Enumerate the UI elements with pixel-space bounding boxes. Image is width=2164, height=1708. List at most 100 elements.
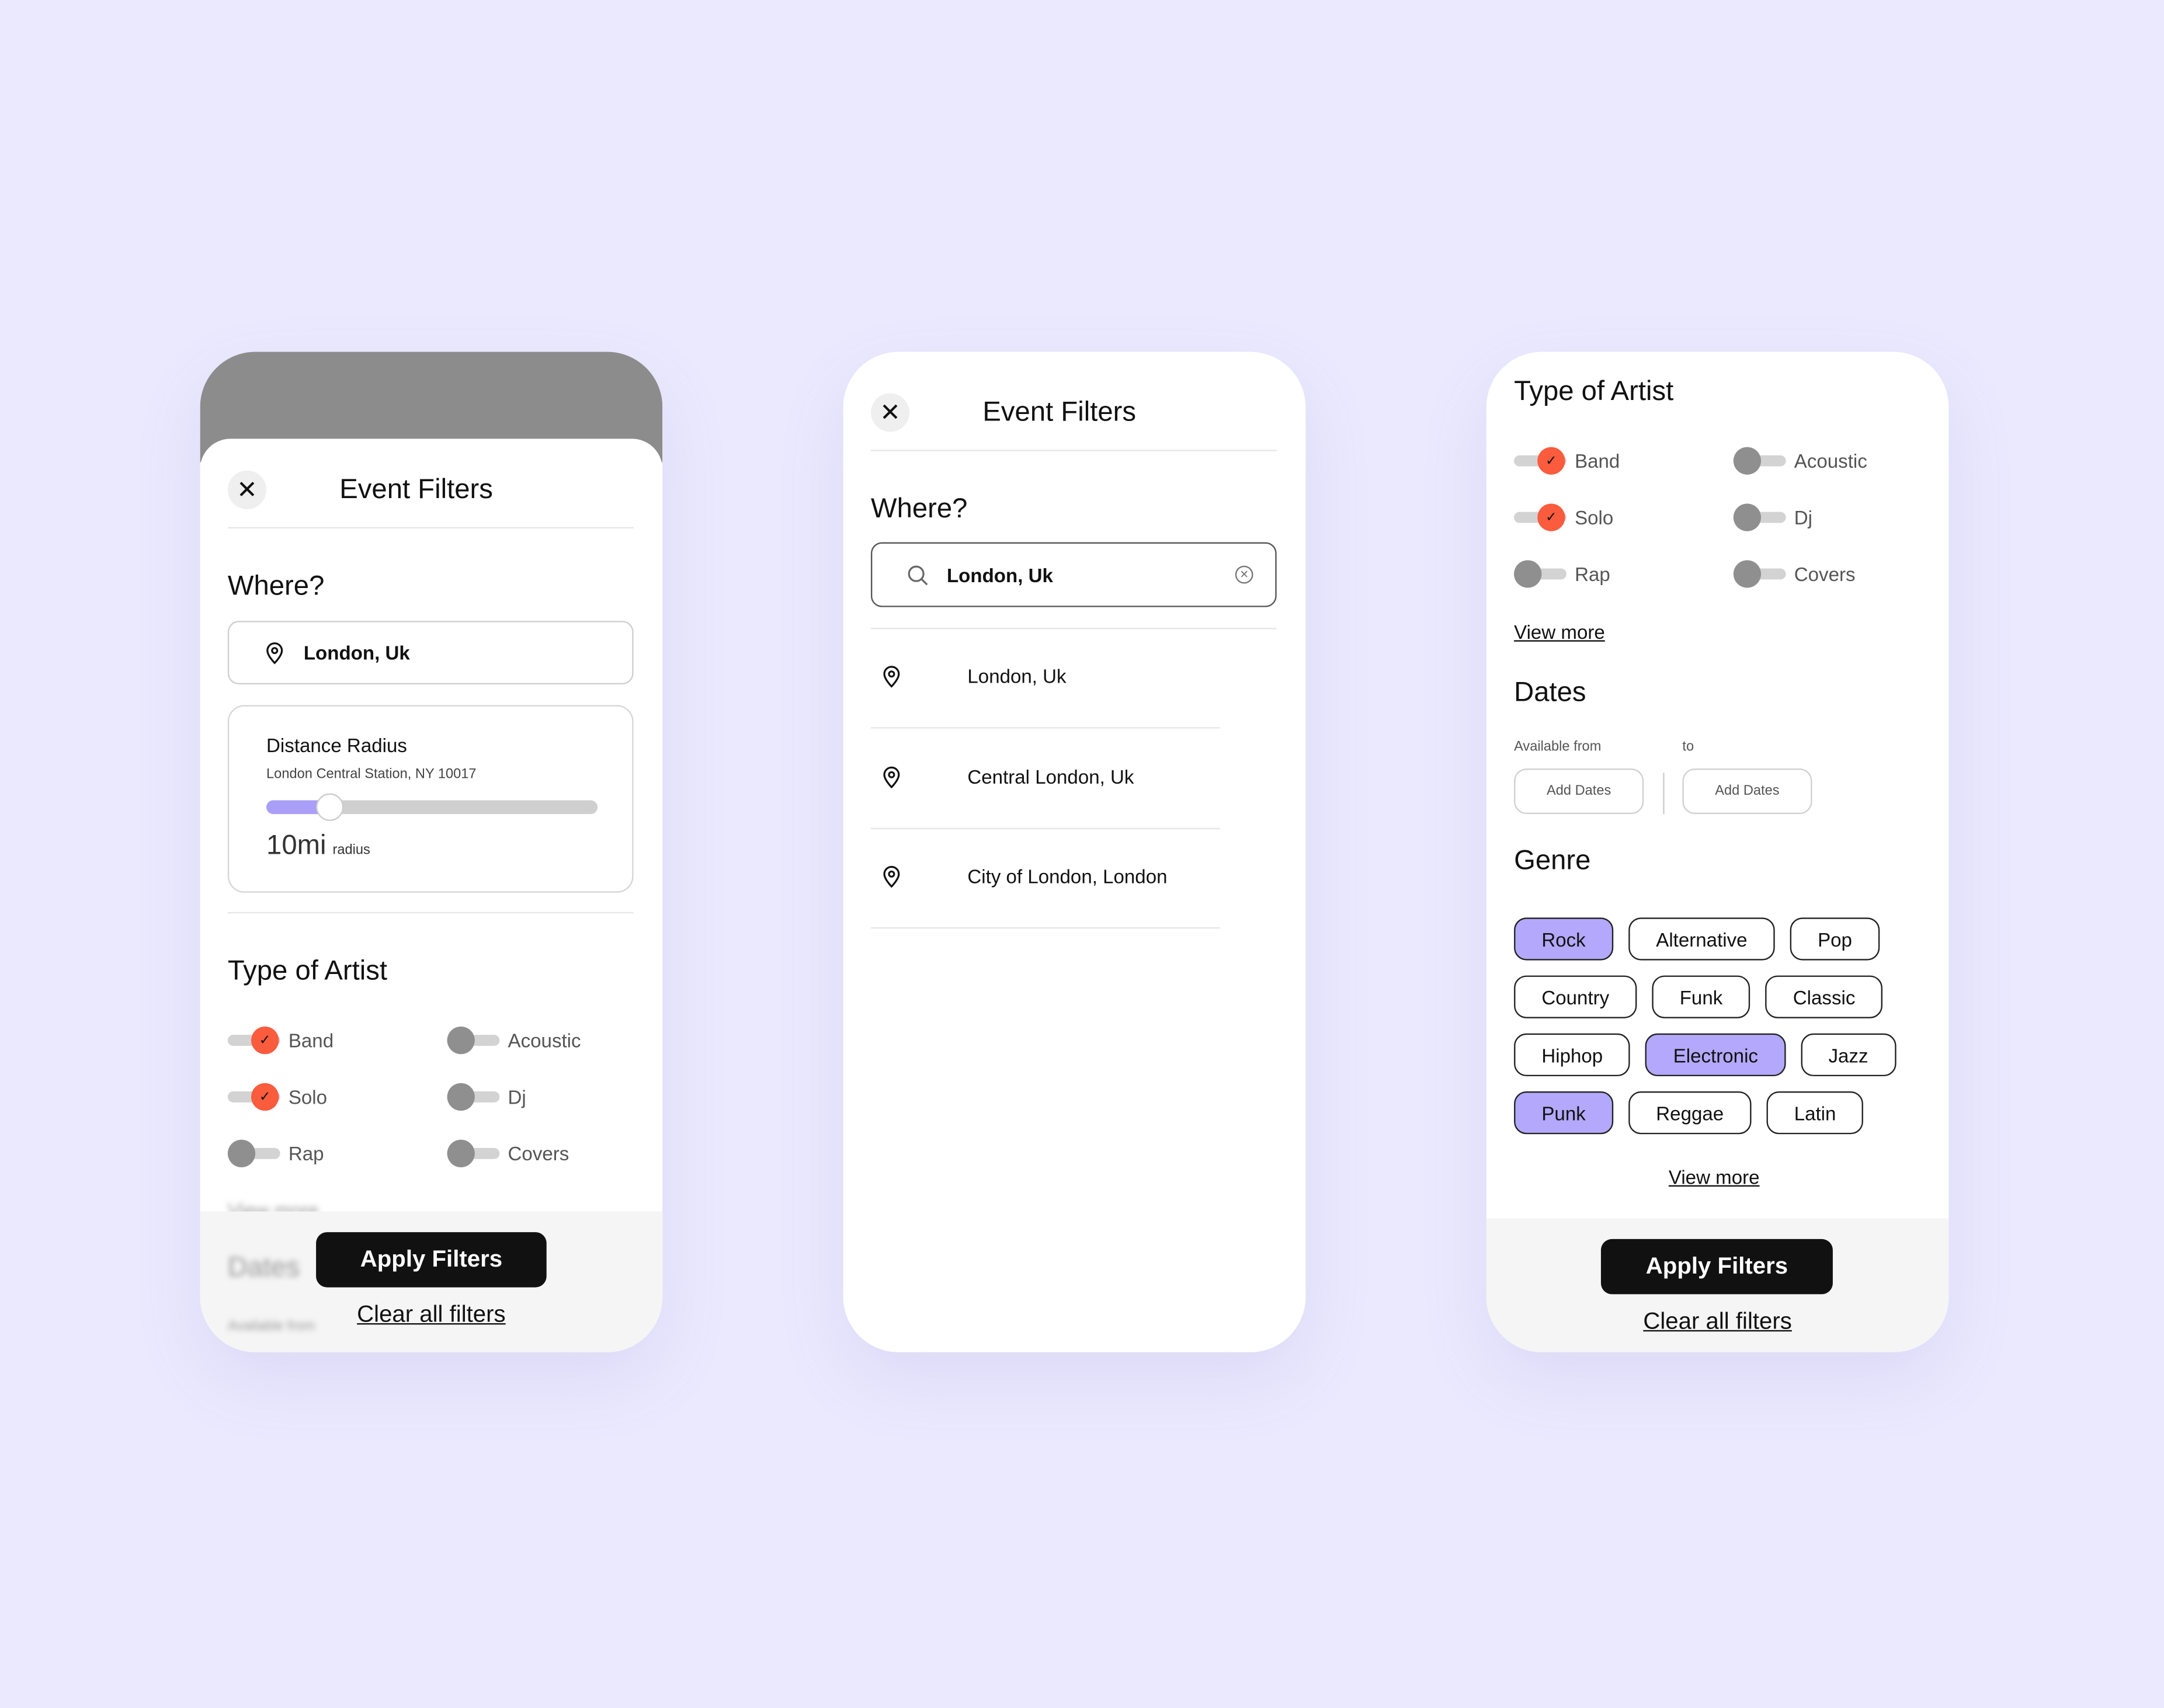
artist-toggle-label: Covers (1794, 563, 1856, 585)
location-input[interactable]: London, Uk (227, 621, 634, 684)
artist-toggle-label: Acoustic (508, 1029, 581, 1052)
genre-chip[interactable]: Latin (1766, 1091, 1864, 1135)
artist-heading: Type of Artist (227, 956, 388, 987)
location-value: London, Uk (303, 641, 410, 664)
artist-toggle[interactable] (1733, 503, 1786, 531)
genre-chip[interactable]: Rock (1514, 917, 1614, 961)
view-more-artists-link[interactable]: View more (1514, 621, 1605, 643)
genre-chips: Rock Alternative Pop Country Funk Classic Hiph… (1514, 917, 1928, 1135)
genre-chip[interactable]: Reggae (1628, 1091, 1752, 1135)
genre-chip[interactable]: Electronic (1645, 1033, 1786, 1077)
slider-knob[interactable] (316, 793, 344, 821)
toggle-knob (1733, 503, 1762, 531)
genre-chip[interactable]: Pop (1790, 917, 1880, 961)
apply-filters-button[interactable]: Apply Filters (316, 1232, 547, 1288)
search-value: London, Uk (946, 563, 1053, 586)
artist-toggle[interactable]: ✓ (227, 1083, 280, 1111)
location-pin-icon (883, 766, 900, 788)
location-search-input[interactable]: London, Uk ✕ (870, 542, 1277, 607)
filter-screen-genre: Type of Artist ✓ Band Acoustic ✓ Solo Dj Rap Co… (1486, 352, 1949, 1352)
genre-chip[interactable]: Jazz (1801, 1033, 1896, 1077)
toggle-knob (227, 1139, 256, 1168)
location-pin-icon (266, 642, 283, 665)
check-icon: ✓ (251, 1083, 279, 1111)
artist-toggle-label: Band (288, 1029, 334, 1052)
distance-card: Distance Radius London Central Station, … (227, 705, 634, 893)
check-icon: ✓ (1537, 447, 1565, 475)
to-date-button[interactable]: Add Dates (1682, 768, 1812, 815)
from-date-button[interactable]: Add Dates (1514, 768, 1644, 815)
location-pin-icon (883, 865, 900, 888)
where-heading: Where? (870, 493, 968, 524)
genre-chip[interactable]: Alternative (1628, 917, 1775, 961)
location-result-label: London, Uk (967, 665, 1067, 687)
check-icon: ✓ (1537, 503, 1565, 531)
artist-toggle[interactable] (447, 1026, 500, 1055)
artist-toggle-label: Rap (1575, 563, 1610, 585)
genre-chip[interactable]: Punk (1514, 1091, 1614, 1135)
location-result-label: Central London, Uk (967, 765, 1134, 788)
apply-filters-button[interactable]: Apply Filters (1600, 1239, 1833, 1295)
close-button[interactable]: ✕ (870, 393, 910, 432)
divider (870, 827, 1220, 829)
toggle-knob (1514, 560, 1542, 588)
divider (870, 927, 1220, 929)
toggle-knob (447, 1026, 475, 1055)
artist-toggle-label: Dj (508, 1086, 526, 1108)
genre-chip[interactable]: Country (1514, 975, 1637, 1018)
artist-toggle-label: Rap (288, 1142, 324, 1165)
to-label: to (1682, 739, 1694, 755)
clear-filters-link[interactable]: Clear all filters (200, 1301, 663, 1328)
artist-toggle[interactable] (447, 1083, 500, 1111)
filter-screen-location-search: ✕ Event Filters Where? London, Uk ✕ Lond… (843, 352, 1306, 1352)
dates-heading: Dates (1514, 677, 1586, 708)
distance-label: Distance Radius (266, 734, 407, 756)
artist-toggle[interactable] (1733, 447, 1786, 475)
genre-chip[interactable]: Hiphop (1514, 1033, 1631, 1077)
divider (227, 912, 634, 914)
location-result[interactable]: London, Uk (871, 655, 1277, 697)
artist-toggle[interactable] (227, 1139, 280, 1168)
artist-toggle-label: Solo (1575, 506, 1614, 528)
divider (227, 527, 634, 528)
divider (870, 727, 1220, 729)
artist-toggle[interactable]: ✓ (1514, 503, 1566, 531)
genre-row: Punk Reggae Latin (1514, 1091, 1928, 1135)
search-icon (908, 565, 928, 585)
page-title: Event Filters (982, 397, 1137, 428)
close-button[interactable]: ✕ (227, 470, 267, 509)
date-divider (1663, 773, 1665, 815)
clear-filters-link[interactable]: Clear all filters (1486, 1308, 1949, 1335)
artist-toggle-label: Dj (1794, 506, 1813, 528)
artist-toggle[interactable] (447, 1139, 500, 1168)
bottom-action-bar: Apply Filters Clear all filters (1486, 1218, 1949, 1352)
dates-heading: Dates (227, 1253, 300, 1283)
location-result-label: City of London, London (967, 865, 1168, 888)
artist-toggle-label: Solo (288, 1086, 328, 1108)
view-more-genres-link[interactable]: View more (1486, 1166, 1942, 1188)
distance-slider[interactable] (266, 793, 598, 821)
location-pin-icon (883, 666, 900, 688)
distance-subtitle: London Central Station, NY 10017 (266, 767, 477, 782)
genre-heading: Genre (1514, 846, 1591, 876)
genre-chip[interactable]: Funk (1652, 975, 1750, 1018)
artist-toggle[interactable]: ✓ (227, 1026, 280, 1055)
genre-row: Rock Alternative Pop (1514, 917, 1928, 961)
close-icon: ✕ (880, 398, 901, 426)
clear-input-icon[interactable]: ✕ (1235, 565, 1253, 584)
bottom-action-bar: Dates Available from Apply Filters Clear… (200, 1211, 663, 1352)
divider (870, 450, 1277, 451)
distance-value: 10mi (266, 830, 326, 861)
artist-toggle[interactable] (1733, 560, 1786, 588)
available-from-label: Available from (1514, 739, 1602, 755)
divider (870, 628, 1277, 629)
artist-toggle-label: Covers (508, 1142, 569, 1165)
where-heading: Where? (227, 571, 325, 602)
artist-toggle[interactable]: ✓ (1514, 447, 1566, 475)
location-result[interactable]: Central London, Uk (871, 756, 1277, 797)
genre-chip[interactable]: Classic (1765, 975, 1883, 1018)
location-result[interactable]: City of London, London (871, 855, 1277, 897)
filter-screen-distance: ✕ Event Filters Where? London, Uk Distan… (200, 352, 663, 1352)
artist-toggle[interactable] (1514, 560, 1566, 588)
toggle-knob (447, 1139, 475, 1168)
